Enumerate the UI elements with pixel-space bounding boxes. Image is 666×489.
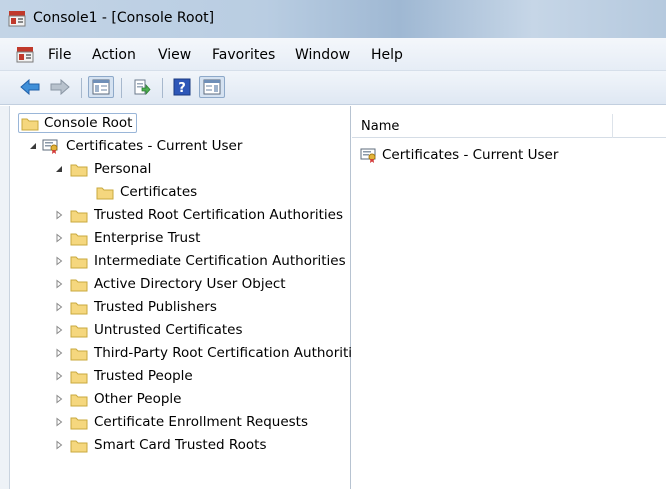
tree-node-console-root[interactable]: Console Root: [18, 112, 138, 134]
tree-selection: Console Root: [18, 113, 138, 133]
collapsed-arrow-icon[interactable]: [54, 394, 64, 404]
collapsed-arrow-icon[interactable]: [54, 233, 64, 243]
result-pane: Name Certificates - Current User: [352, 106, 666, 489]
certificate-store-icon: [360, 148, 376, 163]
tree-label: Personal: [94, 161, 152, 177]
tree-label: Third-Party Root Certification Authoriti…: [94, 345, 368, 361]
console-tree: Console Root Certificates - Current User…: [10, 106, 367, 489]
tree-node-store[interactable]: Untrusted Certificates: [54, 319, 243, 341]
back-button[interactable]: [18, 76, 42, 98]
window-title: Console1 - [Console Root]: [33, 10, 215, 26]
pane-edge: [0, 106, 10, 489]
toolbar: ?: [0, 71, 666, 105]
tree-label: Active Directory User Object: [94, 276, 286, 292]
help-button[interactable]: ?: [170, 76, 194, 98]
tree-label: Console Root: [44, 115, 133, 131]
column-header[interactable]: Name: [352, 114, 666, 138]
system-menu-icon[interactable]: [16, 46, 34, 63]
expanded-arrow-icon[interactable]: [28, 141, 38, 151]
collapsed-arrow-icon[interactable]: [54, 325, 64, 335]
tree-node-store[interactable]: Trusted Publishers: [54, 296, 217, 318]
menu-view[interactable]: View: [158, 47, 191, 63]
tree-node-store[interactable]: Intermediate Certification Authorities: [54, 250, 346, 272]
list-item-label: Certificates - Current User: [382, 147, 559, 163]
tree-node-store[interactable]: Smart Card Trusted Roots: [54, 434, 266, 456]
column-divider[interactable]: [612, 114, 613, 138]
show-hide-tree-button[interactable]: [88, 76, 114, 98]
tree-node-store[interactable]: Third-Party Root Certification Authoriti…: [54, 342, 367, 364]
collapsed-arrow-icon[interactable]: [54, 371, 64, 381]
collapsed-arrow-icon[interactable]: [54, 302, 64, 312]
folder-icon: [70, 440, 88, 452]
tree-label: Trusted People: [94, 368, 193, 384]
tree-label: Certificate Enrollment Requests: [94, 414, 308, 430]
tree-node-personal-certificates[interactable]: Certificates: [96, 181, 197, 203]
tree-label: Trusted Root Certification Authorities: [94, 207, 343, 223]
export-list-icon: [134, 79, 151, 95]
collapsed-arrow-icon[interactable]: [54, 279, 64, 289]
tree-node-store[interactable]: Other People: [54, 388, 181, 410]
collapsed-arrow-icon[interactable]: [54, 417, 64, 427]
tree-node-store[interactable]: Enterprise Trust: [54, 227, 200, 249]
tree-node-store[interactable]: Certificate Enrollment Requests: [54, 411, 308, 433]
menu-favorites[interactable]: Favorites: [212, 47, 275, 63]
folder-icon: [70, 210, 88, 222]
forward-button[interactable]: [48, 76, 72, 98]
menu-file[interactable]: File: [48, 47, 71, 63]
tree-label: Intermediate Certification Authorities: [94, 253, 346, 269]
forward-arrow-icon: [50, 79, 70, 95]
tree-node-certificates-current-user[interactable]: Certificates - Current User: [28, 135, 242, 157]
folder-icon: [70, 279, 88, 291]
menu-action[interactable]: Action: [92, 47, 136, 63]
collapsed-arrow-icon[interactable]: [54, 440, 64, 450]
mmc-console-icon: [8, 11, 26, 27]
show-action-pane-button[interactable]: [199, 76, 225, 98]
menu-window[interactable]: Window: [295, 47, 350, 63]
tree-node-store[interactable]: Trusted Root Certification Authorities: [54, 204, 343, 226]
folder-icon: [96, 187, 114, 199]
toolbar-separator: [121, 78, 122, 98]
folder-icon: [70, 394, 88, 406]
column-header-name[interactable]: Name: [361, 119, 399, 134]
expanded-arrow-icon[interactable]: [54, 164, 64, 174]
tree-label: Certificates: [120, 184, 198, 200]
menu-bar: File Action View Favorites Window Help: [0, 38, 666, 71]
folder-icon: [70, 302, 88, 314]
help-icon: ?: [173, 78, 191, 96]
export-list-button[interactable]: [130, 76, 154, 98]
toolbar-separator: [81, 78, 82, 98]
action-pane-icon: [203, 79, 221, 95]
folder-icon: [70, 233, 88, 245]
tree-label: Untrusted Certificates: [94, 322, 243, 338]
tree-label: Smart Card Trusted Roots: [94, 437, 267, 453]
title-bar: Console1 - [Console Root]: [0, 0, 666, 38]
folder-icon: [70, 371, 88, 383]
list-item[interactable]: Certificates - Current User: [360, 145, 558, 165]
toolbar-separator: [162, 78, 163, 98]
menu-help[interactable]: Help: [371, 47, 403, 63]
collapsed-arrow-icon[interactable]: [54, 348, 64, 358]
folder-icon: [70, 164, 88, 176]
tree-node-store[interactable]: Active Directory User Object: [54, 273, 286, 295]
folder-icon: [70, 348, 88, 360]
svg-text:?: ?: [178, 81, 186, 96]
tree-label: Enterprise Trust: [94, 230, 201, 246]
folder-icon: [21, 118, 39, 130]
folder-icon: [70, 256, 88, 268]
tree-node-store[interactable]: Trusted People: [54, 365, 193, 387]
tree-label: Other People: [94, 391, 182, 407]
tree-label: Certificates - Current User: [66, 138, 243, 154]
console-tree-icon: [92, 79, 110, 95]
folder-icon: [70, 325, 88, 337]
tree-node-personal[interactable]: Personal: [54, 158, 151, 180]
collapsed-arrow-icon[interactable]: [54, 256, 64, 266]
back-arrow-icon: [20, 79, 40, 95]
collapsed-arrow-icon[interactable]: [54, 210, 64, 220]
folder-icon: [70, 417, 88, 429]
tree-label: Trusted Publishers: [94, 299, 217, 315]
certificate-store-icon: [42, 139, 58, 154]
